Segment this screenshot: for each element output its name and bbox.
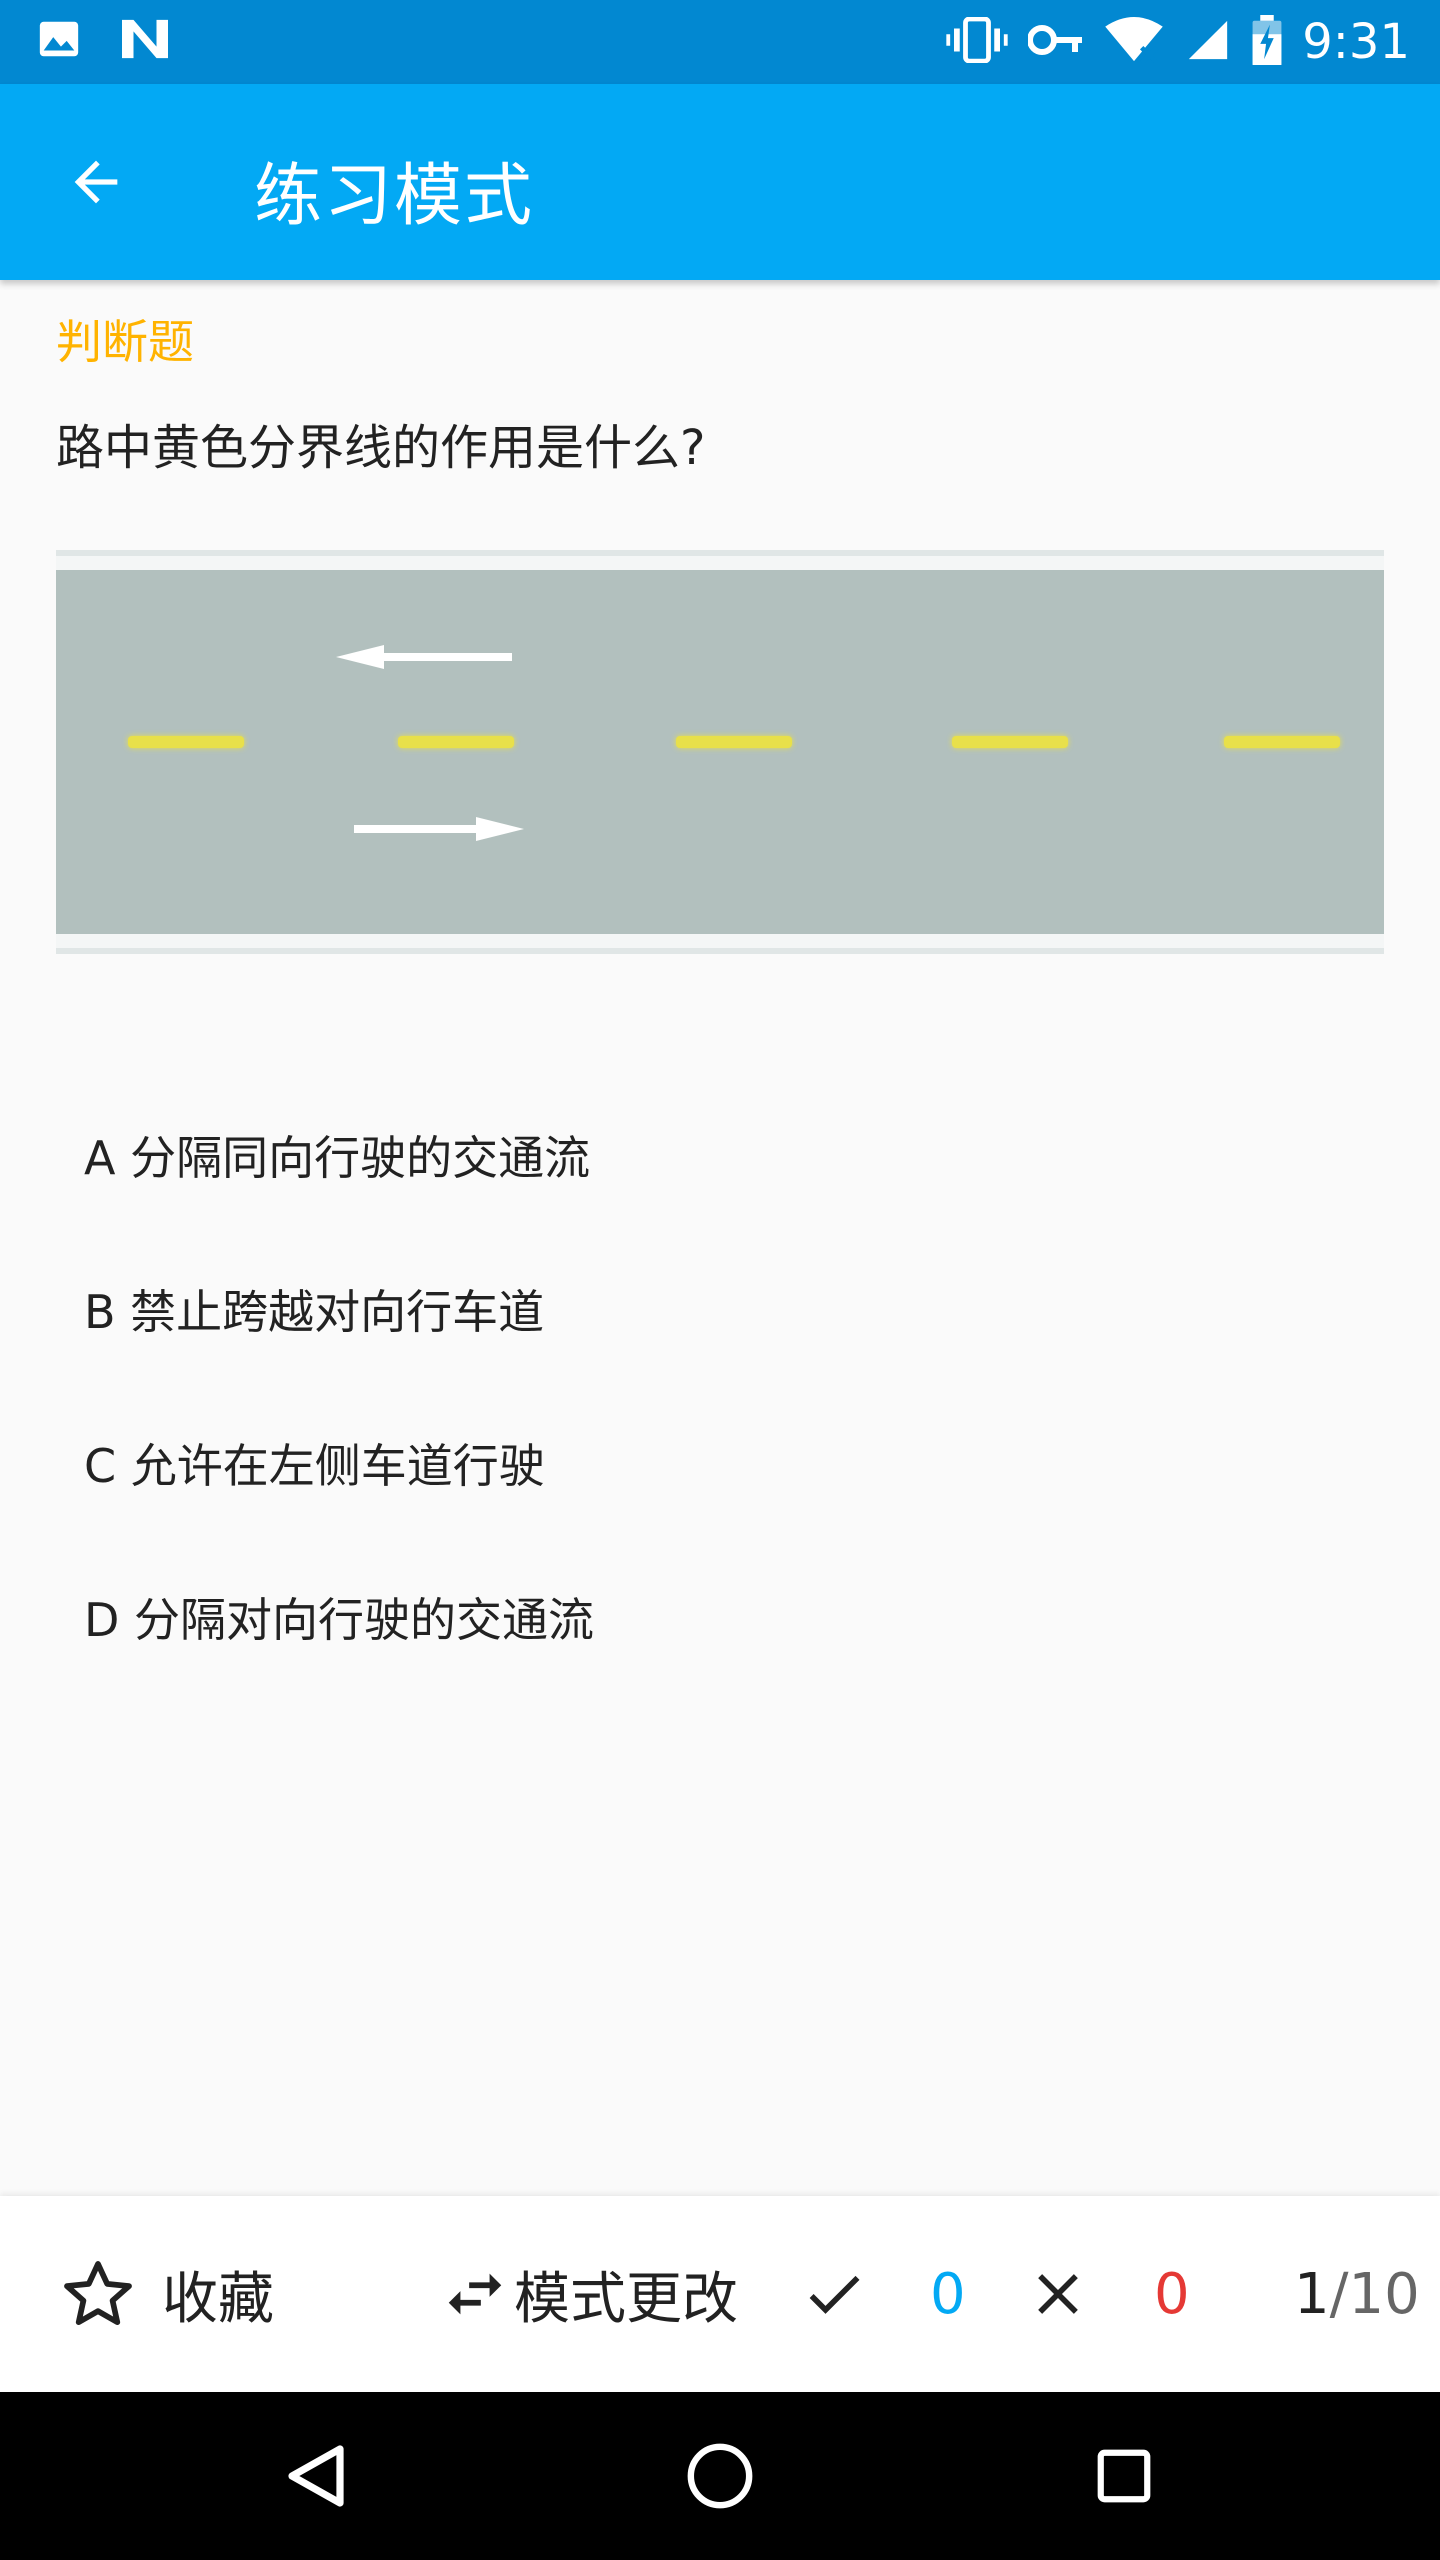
wrong-counter: 0	[1024, 2196, 1190, 2392]
square-recents-icon	[1097, 2449, 1151, 2503]
page-title: 练习模式	[254, 157, 535, 236]
yellow-dash	[952, 736, 1068, 748]
nav-back-button[interactable]	[236, 2392, 396, 2560]
arrow-back-icon	[74, 160, 118, 204]
check-icon	[809, 2275, 860, 2314]
option-c[interactable]: C 允许在左侧车道行驶	[84, 1430, 545, 1496]
yellow-dash	[1224, 736, 1340, 748]
progress-indicator: 1/10	[1294, 2196, 1420, 2392]
navigation-bar	[0, 2392, 1440, 2560]
wifi-icon	[1104, 17, 1164, 67]
road-edge-bottom	[56, 934, 1384, 948]
triangle-back-icon	[288, 2445, 344, 2507]
option-a[interactable]: A 分隔同向行驶的交通流	[84, 1122, 590, 1188]
progress-total: /10	[1329, 2261, 1420, 2327]
left-arrow-icon	[336, 645, 512, 669]
nav-recents-button[interactable]	[1044, 2392, 1204, 2560]
option-d[interactable]: D 分隔对向行驶的交通流	[84, 1584, 594, 1650]
question-text: 路中黄色分界线的作用是什么?	[56, 420, 706, 476]
wrong-count: 0	[1154, 2261, 1190, 2327]
status-time: 9:31	[1302, 14, 1410, 70]
n-notification-icon	[118, 16, 172, 66]
back-button[interactable]	[60, 146, 132, 218]
yellow-dash	[398, 736, 514, 748]
road-yellow-center-line-image	[56, 550, 1384, 954]
vpn-key-icon	[1027, 20, 1084, 64]
bottom-toolbar: 收藏 模式更改 0 0 1/10	[0, 2196, 1440, 2392]
nav-home-button[interactable]	[640, 2392, 800, 2560]
battery-charging-icon	[1252, 15, 1282, 69]
progress-current: 1	[1294, 2261, 1330, 2327]
mode-change-button[interactable]: 模式更改	[440, 2196, 738, 2392]
image-icon	[36, 16, 82, 66]
favorite-button[interactable]: 收藏	[60, 2196, 274, 2392]
status-bar: 9:31	[0, 0, 1440, 84]
vibrate-icon	[946, 16, 1008, 67]
app-bar: 练习模式	[0, 84, 1440, 280]
road-edge-top	[56, 556, 1384, 570]
swap-arrows-icon	[448, 2273, 502, 2315]
question-type-label: 判断题	[56, 315, 194, 369]
mode-change-label: 模式更改	[514, 2266, 738, 2332]
yellow-dash	[128, 736, 244, 748]
favorite-label: 收藏	[162, 2266, 274, 2332]
option-b[interactable]: B 禁止跨越对向行车道	[84, 1276, 544, 1342]
correct-count: 0	[930, 2261, 966, 2327]
circle-home-icon	[687, 2443, 753, 2509]
signal-icon	[1184, 17, 1232, 67]
close-icon	[1038, 2274, 1078, 2314]
yellow-dash	[676, 736, 792, 748]
correct-counter: 0	[800, 2196, 966, 2392]
star-outline-icon	[64, 2261, 132, 2326]
right-arrow-icon	[354, 817, 524, 841]
